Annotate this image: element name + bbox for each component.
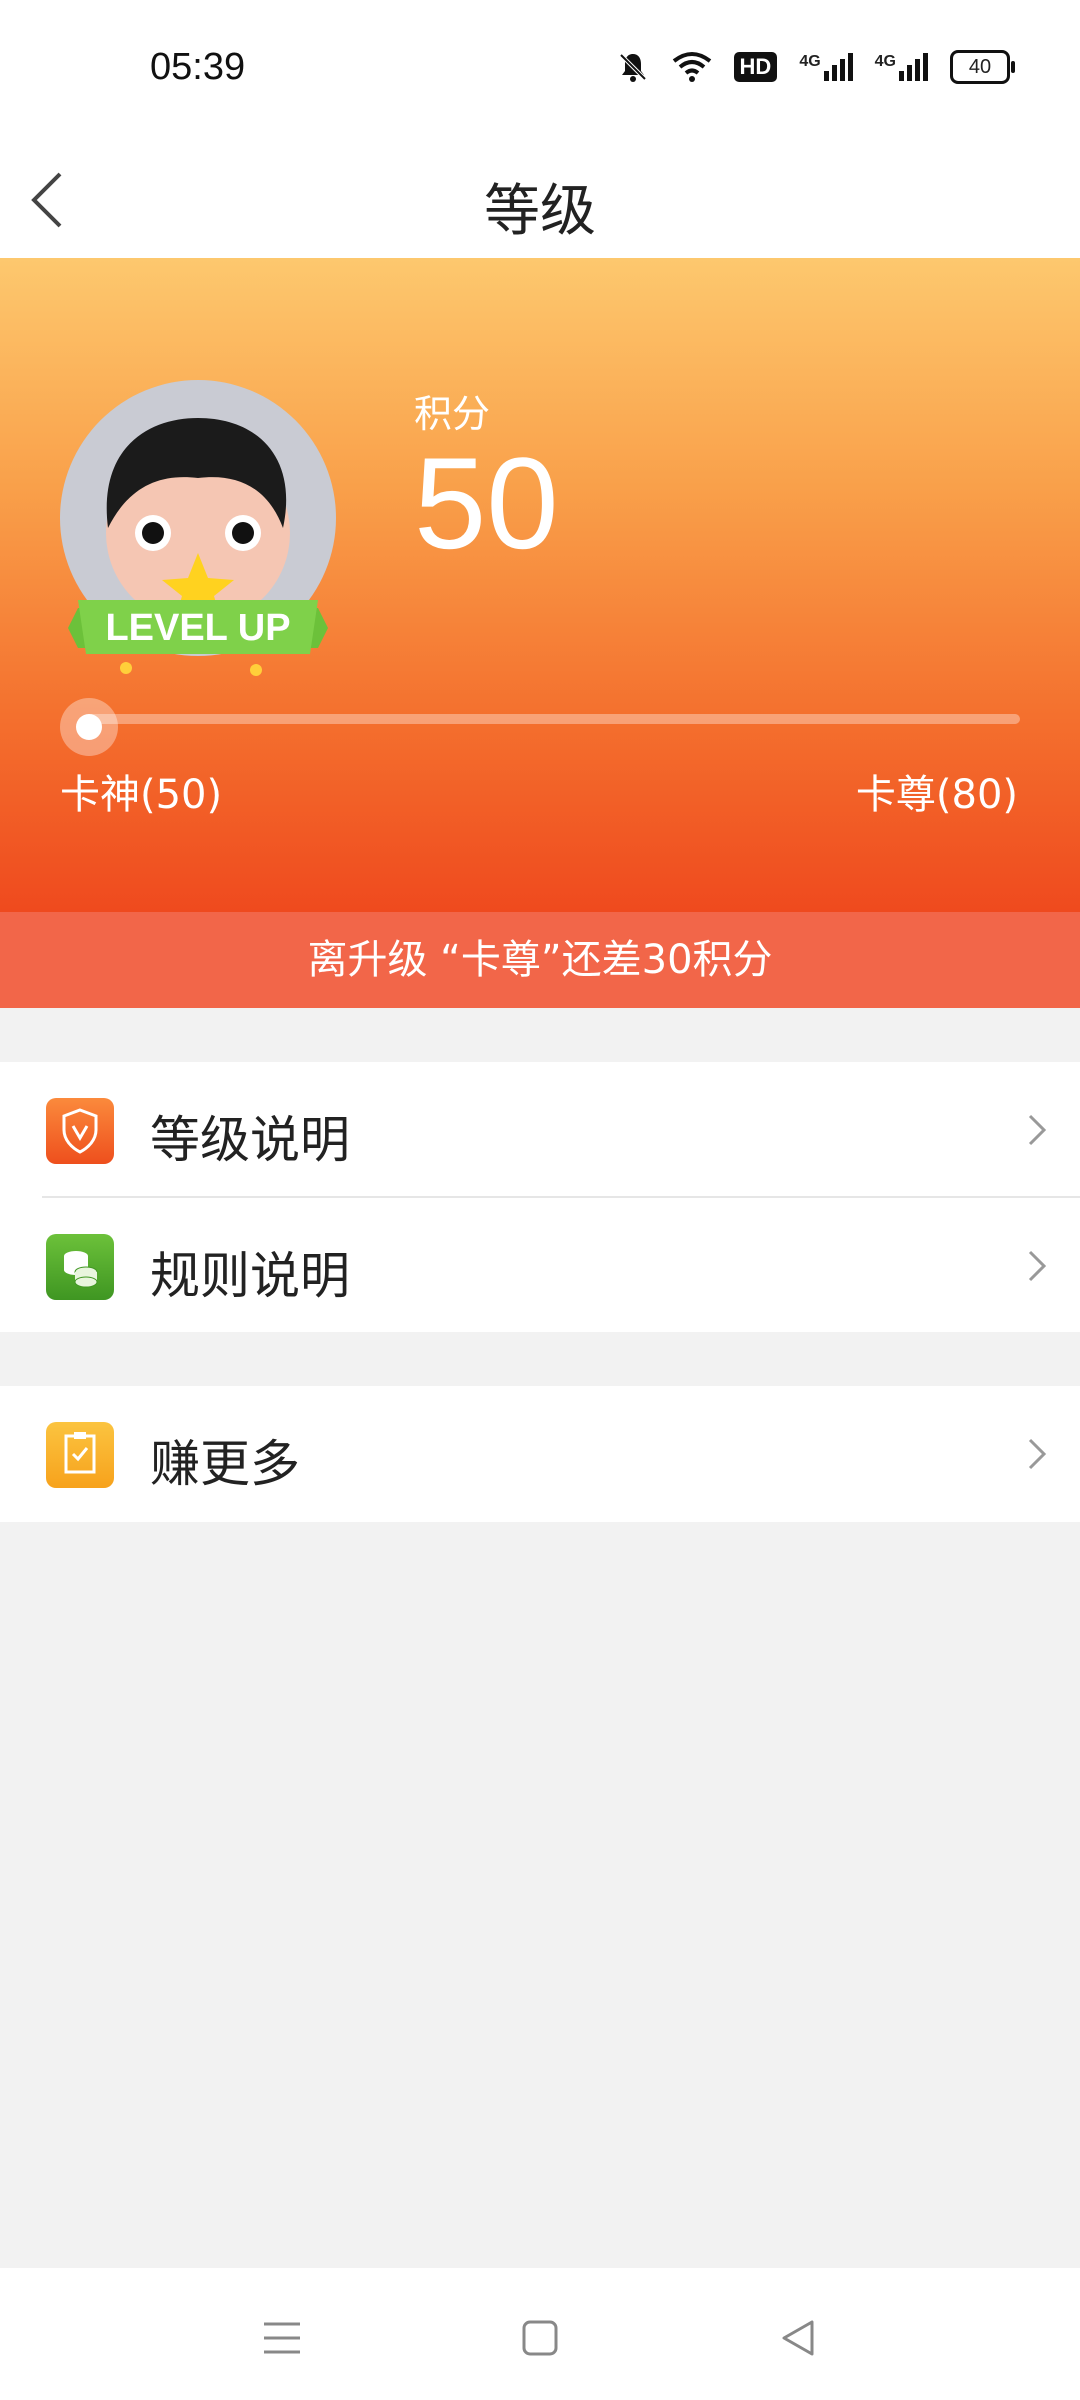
coins-icon bbox=[46, 1234, 114, 1300]
level-explanation-label: 等级说明 bbox=[150, 1111, 350, 1169]
signal-icon-2: 4G bbox=[875, 53, 928, 81]
signal-icon: 4G bbox=[799, 53, 853, 81]
home-icon[interactable] bbox=[510, 2308, 570, 2368]
rules-explanation-label: 规则说明 bbox=[150, 1247, 350, 1305]
earn-more-row[interactable]: 赚更多 bbox=[0, 1386, 1080, 1520]
chevron-right-icon bbox=[1028, 1114, 1047, 1146]
score-value: 50 bbox=[414, 430, 559, 576]
status-time: 05:39 bbox=[150, 46, 246, 88]
upgrade-hint: 离升级 “卡尊”还差30积分 bbox=[0, 912, 1080, 1008]
level-up-text: LEVEL UP bbox=[105, 607, 290, 649]
wifi-icon bbox=[672, 52, 711, 82]
system-nav-bar bbox=[0, 2268, 1080, 2400]
clipboard-check-icon bbox=[46, 1422, 114, 1488]
level-explanation-row[interactable]: 等级说明 bbox=[0, 1062, 1080, 1196]
current-level-label: 卡神(50) bbox=[60, 772, 223, 818]
bell-off-icon bbox=[619, 53, 646, 82]
page-title: 等级 bbox=[484, 179, 596, 244]
menu-icon[interactable] bbox=[252, 2308, 312, 2368]
chevron-right-icon bbox=[1028, 1250, 1047, 1282]
level-hero: LEVEL UP 积分 50 卡神(50) 卡尊(80) bbox=[0, 258, 1080, 912]
earn-more-label: 赚更多 bbox=[150, 1435, 300, 1493]
back-triangle-icon[interactable] bbox=[768, 2308, 828, 2368]
hd-icon: HD bbox=[733, 52, 778, 82]
shield-v-icon bbox=[46, 1098, 114, 1164]
avatar: LEVEL UP bbox=[60, 380, 336, 676]
battery-icon: 40 bbox=[950, 50, 1015, 84]
next-level-label: 卡尊(80) bbox=[855, 772, 1018, 818]
chevron-right-icon bbox=[1028, 1438, 1047, 1470]
menu-group-info: 等级说明 规则说明 bbox=[0, 1062, 1080, 1332]
status-bar: 05:39 HD 4G 4G 40 bbox=[0, 0, 1080, 140]
level-progress-knob bbox=[60, 698, 118, 756]
level-progress-track bbox=[86, 714, 1020, 724]
rules-explanation-row[interactable]: 规则说明 bbox=[0, 1198, 1080, 1332]
level-up-banner: LEVEL UP bbox=[68, 600, 328, 654]
menu-group-earn: 赚更多 bbox=[0, 1386, 1080, 1522]
title-bar: 等级 bbox=[0, 140, 1080, 258]
status-icons: HD 4G 4G 40 bbox=[616, 50, 1015, 84]
